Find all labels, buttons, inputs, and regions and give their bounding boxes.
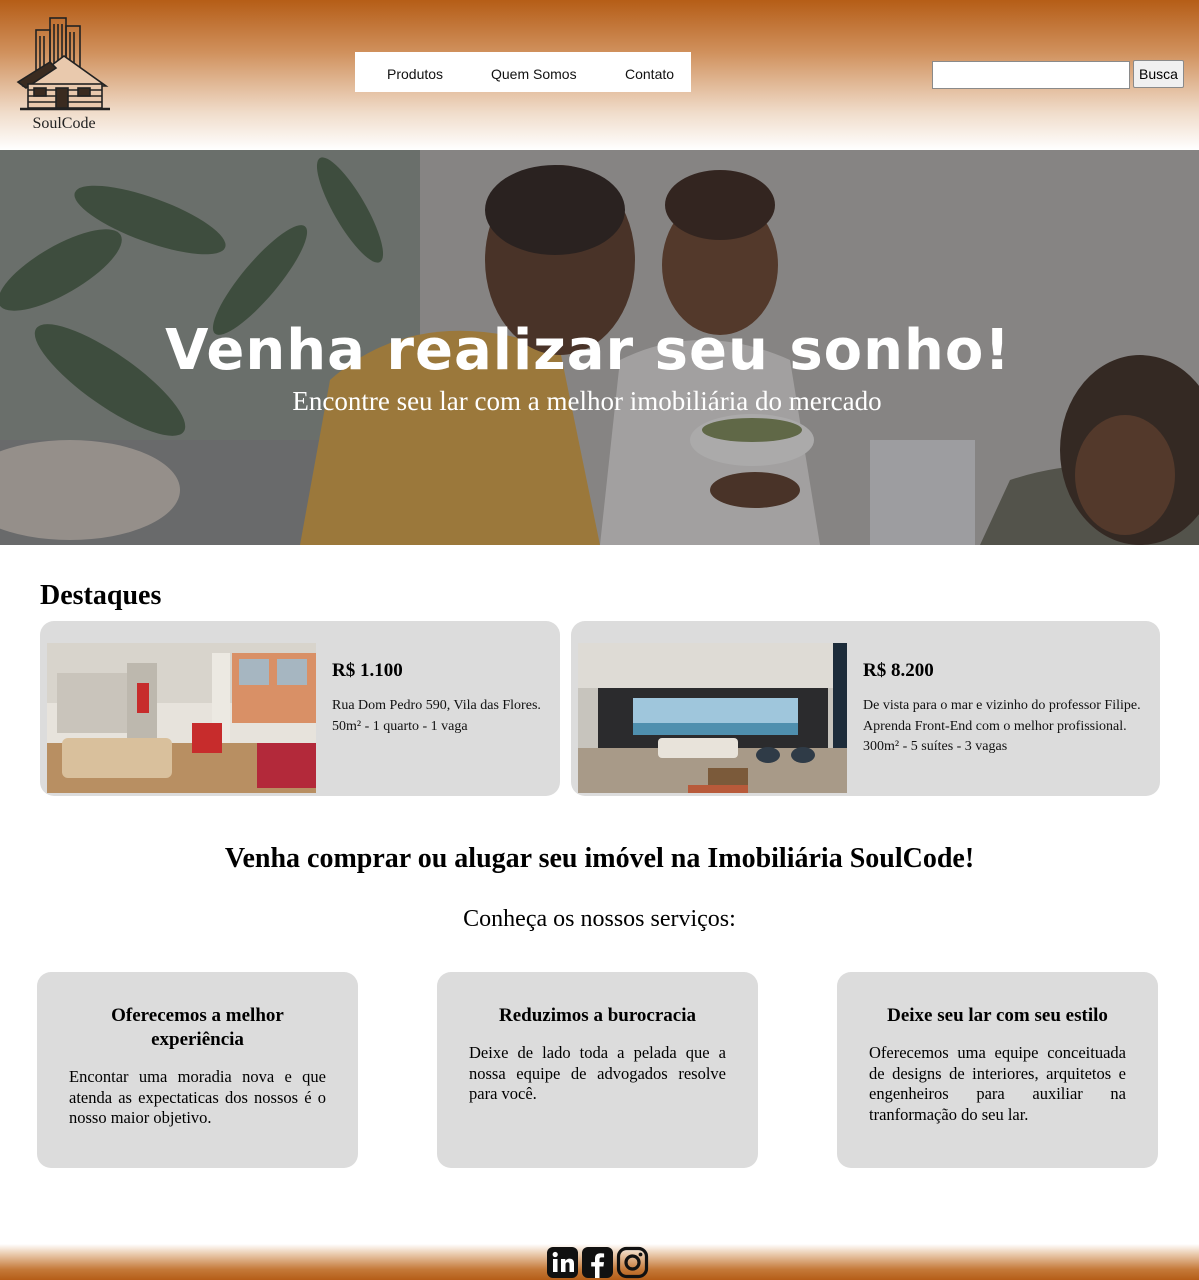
property-card[interactable]: R$ 8.200 De vista para o mar e vizinho d… [571, 621, 1160, 796]
main-nav: Produtos Quem Somos Contato [355, 52, 691, 92]
hero-banner: Venha realizar seu sonho! Encontre seu l… [0, 150, 1199, 545]
service-card: Deixe seu lar com seu estilo Oferecemos … [837, 972, 1158, 1168]
service-title: Oferecemos a melhor experiência [111, 1005, 284, 1050]
hero-title: Venha realizar seu sonho! [165, 318, 1011, 383]
search-input[interactable] [932, 61, 1130, 89]
property-card[interactable]: R$ 1.100 Rua Dom Pedro 590, Vila das Flo… [40, 621, 560, 796]
property-description-line: 300m² - 5 suítes - 3 vagas [863, 739, 1008, 754]
service-text: Deixe de lado toda a pelada que a nossa … [469, 1043, 726, 1103]
service-card: Reduzimos a burocracia Deixe de lado tod… [437, 972, 758, 1168]
linkedin-icon[interactable] [546, 1246, 579, 1279]
search-button[interactable]: Busca [1133, 60, 1184, 88]
property-price: R$ 8.200 [863, 660, 934, 681]
services-intro: Conheça os nossos serviços: [463, 906, 736, 932]
building-house-icon [16, 17, 110, 111]
service-text: Encontar uma moradia nova e que atenda a… [69, 1067, 326, 1127]
property-description-line: 50m² - 1 quarto - 1 vaga [332, 718, 468, 734]
instagram-icon[interactable] [616, 1246, 649, 1279]
property-description-line: Rua Dom Pedro 590, Vila das Flores. [332, 698, 541, 713]
property-description: Rua Dom Pedro 590, Vila das Flores. 50m²… [332, 696, 552, 737]
service-card: Oferecemos a melhor experiência Encontar… [37, 972, 358, 1168]
nav-link-produtos[interactable]: Produtos [387, 66, 443, 82]
featured-title: Destaques [40, 580, 162, 611]
soulcode-logo[interactable]: SoulCode [14, 12, 114, 136]
property-description-line: Aprenda Front-End com o melhor profissio… [863, 718, 1127, 734]
logo-text: SoulCode [32, 115, 96, 132]
property-photo-penthouse[interactable] [578, 643, 847, 793]
site-header: SoulCode Produtos Quem Somos Contato Bus… [0, 0, 1199, 150]
service-title: Deixe seu lar com seu estilo [887, 1005, 1108, 1026]
hero-subtitle: Encontre seu lar com a melhor imobiliári… [292, 386, 882, 416]
property-price: R$ 1.100 [332, 660, 403, 681]
service-text: Oferecemos uma equipe conceituada de des… [869, 1043, 1126, 1124]
facebook-icon[interactable] [581, 1246, 614, 1279]
property-photo-apartment[interactable] [47, 643, 316, 793]
property-description: De vista para o mar e vizinho do profess… [863, 696, 1153, 758]
company-tagline: Venha comprar ou alugar seu imóvel na Im… [224, 843, 975, 874]
nav-link-quem-somos[interactable]: Quem Somos [491, 66, 577, 82]
property-description-line: De vista para o mar e vizinho do profess… [863, 698, 1141, 713]
nav-link-contato[interactable]: Contato [625, 66, 674, 82]
service-title: Reduzimos a burocracia [498, 1005, 697, 1026]
